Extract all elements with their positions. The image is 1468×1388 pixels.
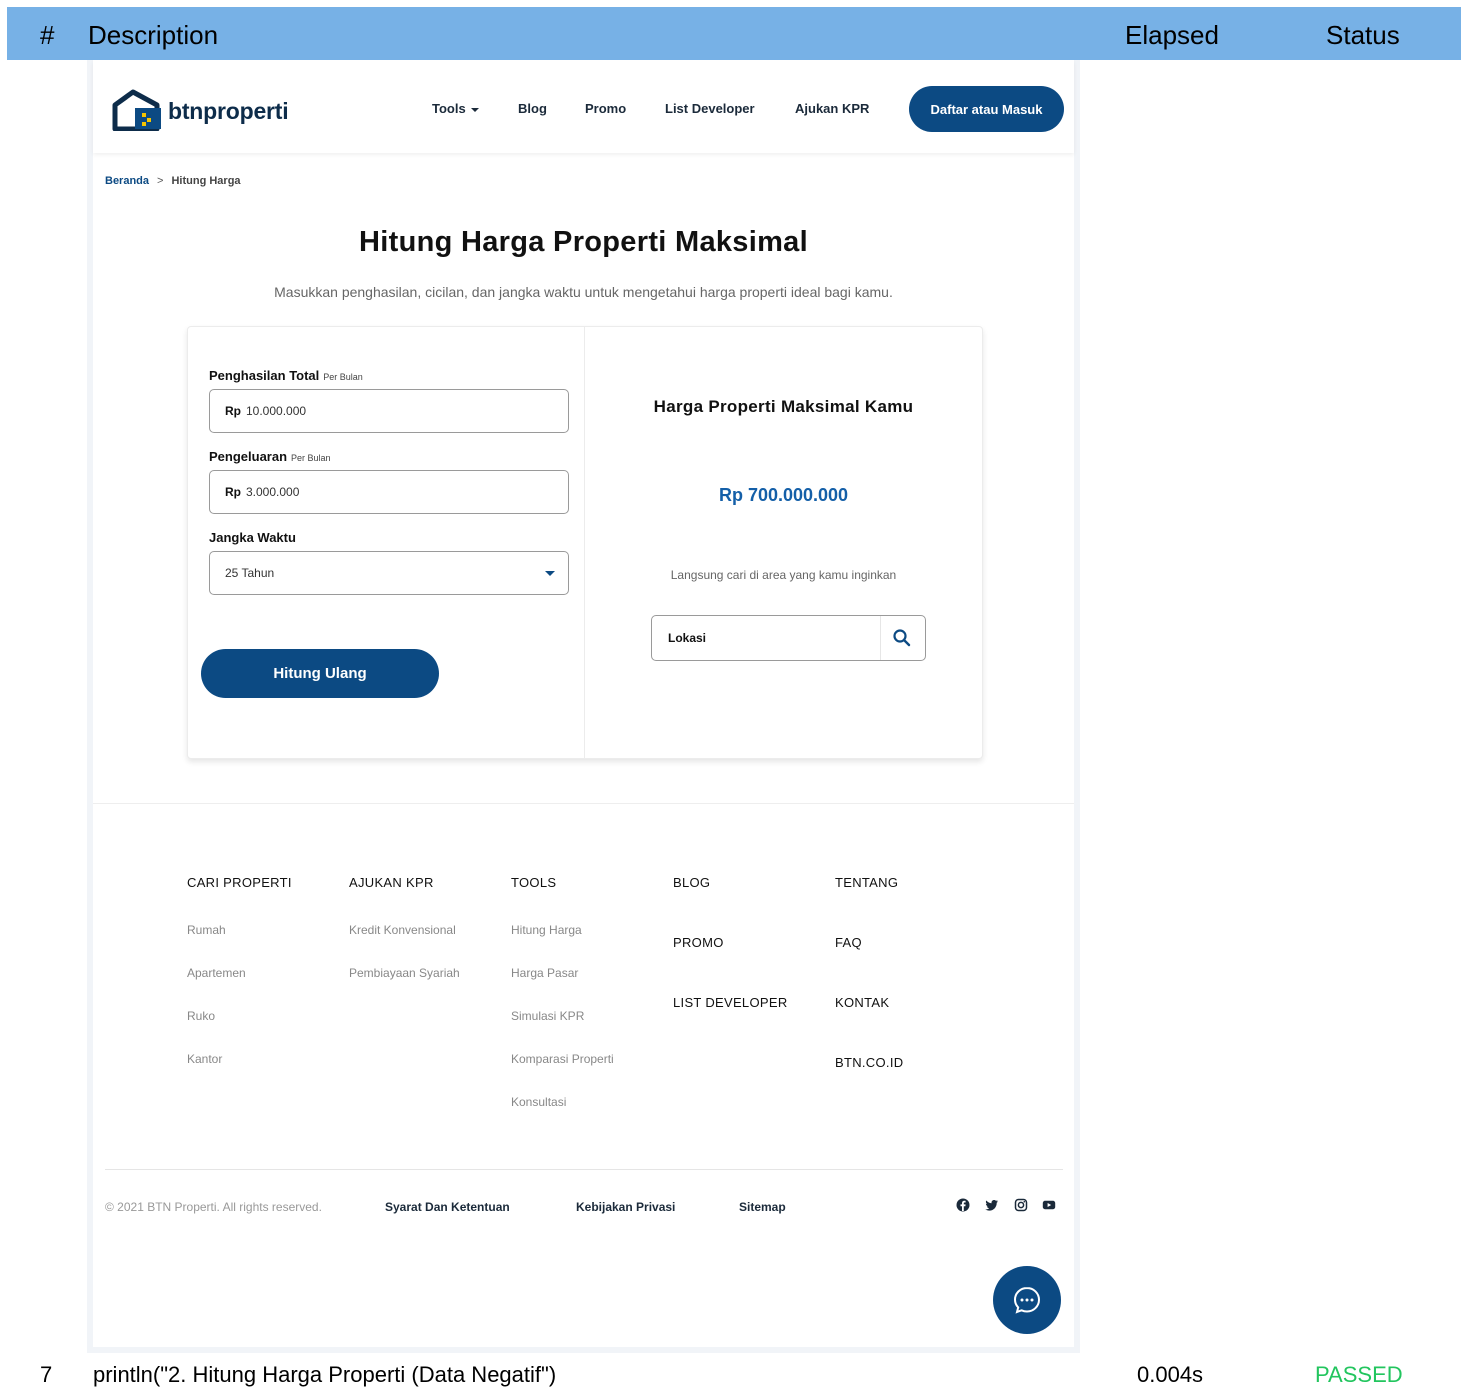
col-description-header: Description: [88, 20, 219, 50]
search-icon[interactable]: [892, 628, 912, 648]
twitter-icon[interactable]: [985, 1198, 999, 1212]
footer-link-blog[interactable]: BLOG: [673, 875, 710, 890]
expense-label-text: Pengeluaran: [209, 449, 288, 464]
chat-button[interactable]: [993, 1266, 1061, 1334]
page-title: Hitung Harga Properti Maksimal: [359, 226, 808, 258]
nav-list-developer[interactable]: List Developer: [665, 101, 755, 116]
footer-link-promo[interactable]: PROMO: [673, 935, 724, 950]
footer-link[interactable]: Kredit Konvensional: [349, 923, 456, 937]
footer-link-tentang[interactable]: TENTANG: [835, 875, 898, 890]
caret-down-icon: [470, 107, 479, 112]
location-input[interactable]: Lokasi: [668, 631, 706, 645]
col-num-header: #: [40, 20, 55, 50]
result-title: Harga Properti Maksimal Kamu: [653, 397, 914, 416]
recalculate-button[interactable]: Hitung Ulang: [201, 649, 439, 698]
nav-tools-label: Tools: [432, 101, 466, 116]
chat-bubble-icon: [1013, 1286, 1041, 1314]
login-button[interactable]: Daftar atau Masuk: [909, 86, 1064, 132]
nav-promo[interactable]: Promo: [585, 101, 626, 116]
terms-link[interactable]: Syarat Dan Ketentuan: [385, 1200, 510, 1214]
footer-link[interactable]: Rumah: [187, 923, 226, 937]
income-label-text: Penghasilan Total: [209, 368, 320, 383]
income-input[interactable]: Rp 10.000.000: [209, 389, 569, 433]
instagram-icon[interactable]: [1014, 1198, 1028, 1212]
footer-heading[interactable]: CARI PROPERTI: [187, 875, 292, 890]
sitemap-link[interactable]: Sitemap: [739, 1200, 786, 1214]
footer-link[interactable]: Pembiayaan Syariah: [349, 966, 460, 980]
footer-bottom-divider: [105, 1169, 1063, 1170]
footer-link[interactable]: Komparasi Properti: [511, 1052, 614, 1066]
card-divider: [584, 327, 585, 758]
footer-link-kontak[interactable]: KONTAK: [835, 995, 889, 1010]
footer-col-tools: TOOLS Hitung Harga Harga Pasar Simulasi …: [511, 875, 614, 1109]
footer-link-faq[interactable]: FAQ: [835, 935, 862, 950]
status-badge: PASSED: [1315, 1362, 1403, 1387]
location-divider: [880, 616, 881, 660]
col-status-header: Status: [1326, 20, 1400, 50]
row-elapsed: 0.004s: [1137, 1362, 1204, 1387]
breadcrumb: Beranda > Hitung Harga: [105, 175, 241, 187]
page-screenshot: btnproperti Tools Blog Promo List Develo…: [87, 60, 1080, 1353]
footer-divider: [93, 803, 1074, 804]
location-search[interactable]: Lokasi: [651, 615, 926, 661]
expense-prefix: Rp: [225, 485, 241, 499]
footer-col-ajukan-kpr: AJUKAN KPR Kredit Konvensional Pembiayaa…: [349, 875, 460, 980]
youtube-icon[interactable]: [1042, 1198, 1056, 1212]
caret-down-icon: [545, 571, 555, 576]
result-hint: Langsung cari di area yang kamu inginkan: [670, 568, 897, 582]
footer-heading[interactable]: AJUKAN KPR: [349, 875, 434, 890]
navbar: btnproperti Tools Blog Promo List Develo…: [93, 60, 1074, 153]
row-number: 7: [40, 1362, 53, 1387]
col-elapsed-header: Elapsed: [1125, 20, 1219, 50]
term-value: 25 Tahun: [225, 566, 275, 580]
breadcrumb-home[interactable]: Beranda: [105, 175, 149, 187]
report-header: # Description Elapsed Status: [7, 7, 1461, 60]
house-logo-icon: [112, 89, 161, 131]
row-description: println("2. Hitung Harga Properti (Data …: [93, 1362, 557, 1387]
brand-logo[interactable]: btnproperti: [111, 89, 311, 131]
facebook-icon[interactable]: [956, 1198, 970, 1212]
calculator-card: Penghasilan Total Per Bulan Rp 10.000.000 …: [187, 326, 983, 759]
income-label: Penghasilan Total Per Bulan: [209, 368, 363, 383]
expense-unit: Per Bulan: [291, 453, 331, 463]
footer-heading[interactable]: TOOLS: [511, 875, 556, 890]
footer-col-cari-properti: CARI PROPERTI Rumah Apartemen Ruko Kanto…: [187, 875, 292, 1066]
expense-value: 3.000.000: [246, 485, 300, 499]
footer-link-list-developer[interactable]: LIST DEVELOPER: [673, 995, 788, 1010]
footer-link[interactable]: Simulasi KPR: [511, 1009, 584, 1023]
nav-ajukan-kpr[interactable]: Ajukan KPR: [795, 101, 869, 116]
footer-link[interactable]: Apartemen: [187, 966, 246, 980]
nav-blog[interactable]: Blog: [518, 101, 547, 116]
breadcrumb-separator: >: [157, 175, 164, 187]
footer-link[interactable]: Harga Pasar: [511, 966, 578, 980]
income-prefix: Rp: [225, 404, 241, 418]
breadcrumb-current: Hitung Harga: [171, 175, 241, 187]
term-label: Jangka Waktu: [209, 530, 296, 545]
expense-label: Pengeluaran Per Bulan: [209, 449, 331, 464]
footer-link[interactable]: Kantor: [187, 1052, 222, 1066]
page-subtitle: Masukkan penghasilan, cicilan, dan jangk…: [274, 284, 893, 300]
income-value: 10.000.000: [246, 404, 307, 418]
web-page: btnproperti Tools Blog Promo List Develo…: [93, 60, 1074, 1347]
result-value: Rp 700.000.000: [718, 485, 849, 505]
expense-input[interactable]: Rp 3.000.000: [209, 470, 569, 514]
footer-link-btn-co-id[interactable]: BTN.CO.ID: [835, 1055, 903, 1070]
copyright-text: © 2021 BTN Properti. All rights reserved…: [105, 1200, 322, 1214]
privacy-link[interactable]: Kebijakan Privasi: [576, 1200, 675, 1214]
footer-link[interactable]: Konsultasi: [511, 1095, 566, 1109]
footer-link[interactable]: Ruko: [187, 1009, 215, 1023]
brand-name: btnproperti: [168, 98, 289, 124]
nav-tools[interactable]: Tools: [432, 101, 479, 116]
income-unit: Per Bulan: [323, 372, 363, 382]
term-select[interactable]: 25 Tahun: [209, 551, 569, 595]
footer-link[interactable]: Hitung Harga: [511, 923, 582, 937]
